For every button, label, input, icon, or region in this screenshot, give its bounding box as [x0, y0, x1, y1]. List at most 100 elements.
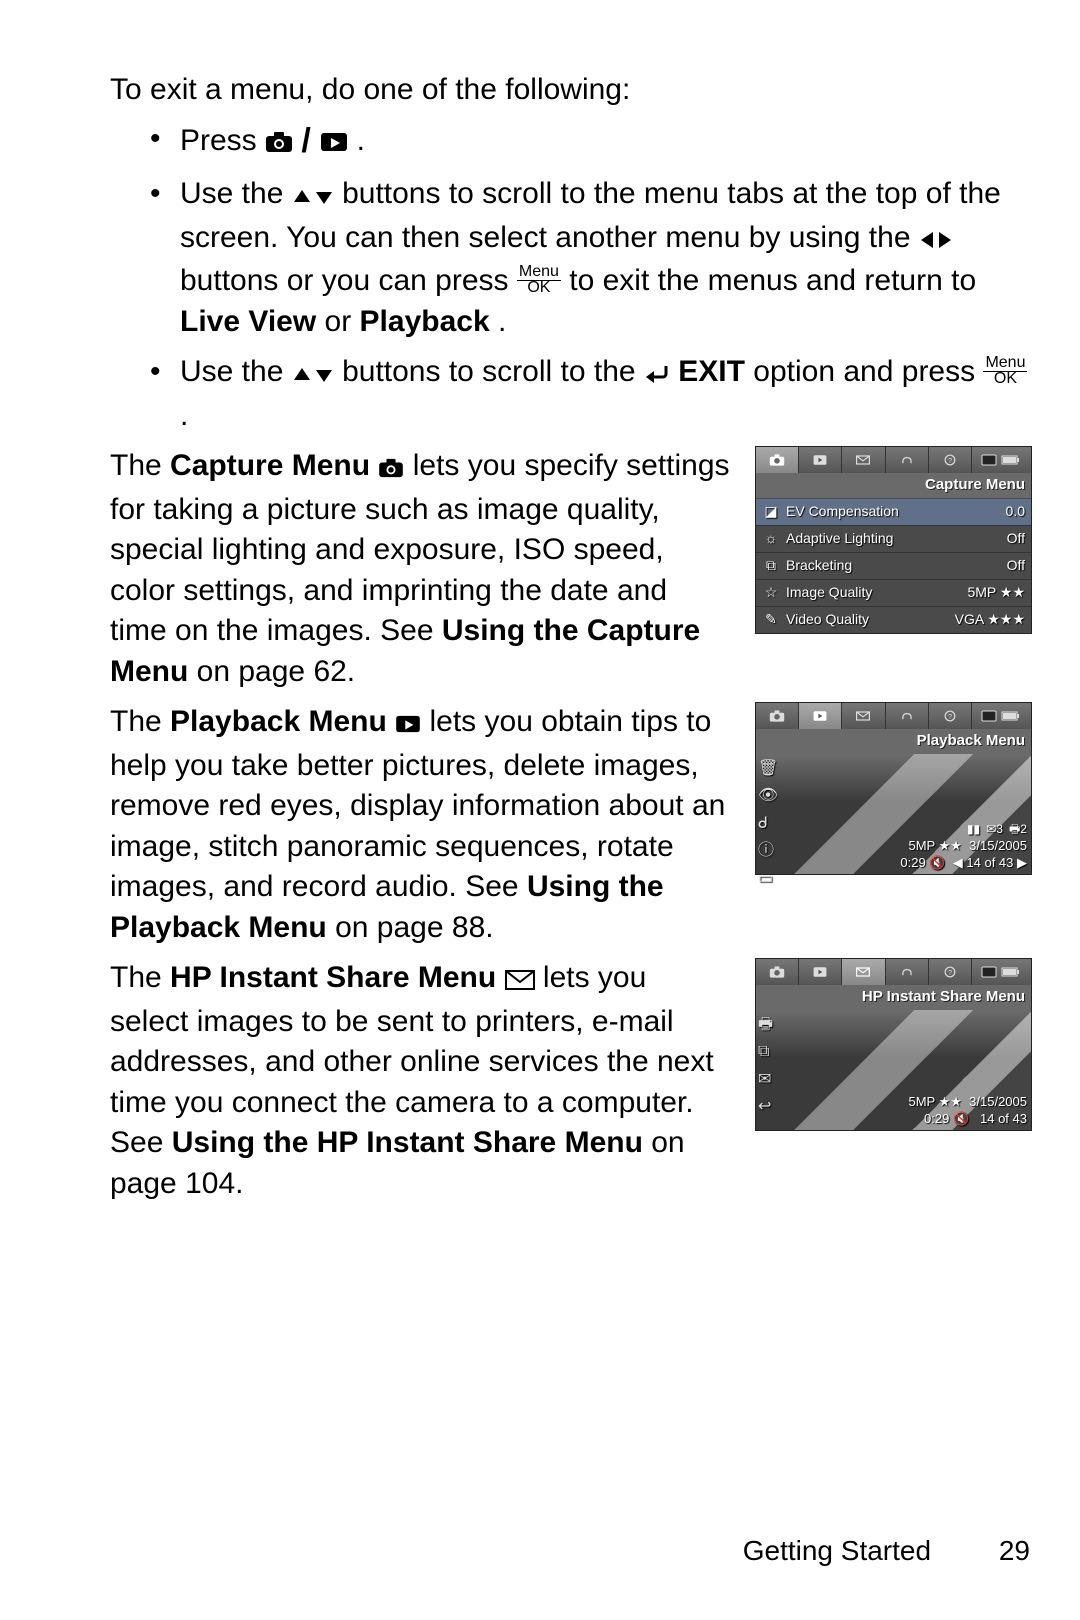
svg-text:?: ?	[948, 457, 952, 466]
text: to exit the menus and return to	[569, 264, 976, 297]
side-icons: 🖶 ⧉ ✉ ↩	[758, 1014, 773, 1118]
tab-capture	[756, 959, 799, 985]
text: Use the	[180, 355, 292, 388]
playback-text: The Playback Menu lets you obtain tips t…	[110, 702, 731, 948]
photo-info: 5MP ★★ 3/15/2005 0:29 🔇 14 of 43	[909, 1094, 1028, 1128]
menu-item: ⧉BracketingOff	[756, 552, 1031, 579]
exit-list: Press / . Use the buttons to scroll to t…	[110, 119, 1030, 437]
date-text: 3/15/2005	[969, 1094, 1027, 1109]
time-text: 0:29	[924, 1111, 949, 1126]
time-text: 0:29	[900, 855, 925, 870]
return-arrow-icon	[644, 355, 670, 396]
info-icon: ⓘ	[758, 840, 778, 862]
menu-title: Capture Menu	[756, 473, 1031, 497]
text: option and press	[753, 355, 983, 388]
tab-bar: ?	[756, 703, 1031, 729]
camera-icon	[378, 449, 404, 490]
quality-text: 5MP ★★	[909, 1094, 962, 1109]
menu-ok-button-icon: MenuOK	[983, 355, 1027, 389]
status-icons	[972, 959, 1031, 985]
share-menu-link: Using the HP Instant Share Menu	[172, 1126, 643, 1159]
capture-section: The Capture Menu lets you specify settin…	[110, 446, 1030, 692]
exit-bullet-1: Press / .	[150, 119, 1030, 165]
advice-icon: ᑯ	[758, 813, 778, 835]
menu-item: ✎Video QualityVGA ★★★	[756, 606, 1031, 633]
up-down-arrows-icon	[292, 177, 334, 218]
trash-icon: 🗑	[758, 758, 778, 780]
share-menu-title: HP Instant Share Menu	[170, 961, 496, 994]
battery-icon	[1001, 454, 1021, 466]
text: buttons or you can press	[180, 264, 517, 297]
text: .	[498, 305, 506, 338]
date-text: 3/15/2005	[969, 838, 1027, 853]
battery-icon	[1001, 966, 1021, 978]
capture-menu-title: Capture Menu	[170, 449, 370, 482]
exit-bold: EXIT	[678, 355, 745, 388]
mountain-image: 🖶 ⧉ ✉ ↩ 5MP ★★ 3/15/2005 0:29 🔇 14 of 43	[756, 1010, 1031, 1130]
playback-screenshot: ? Playback Menu 🗑 👁 ᑯ ⓘ ▭	[755, 702, 1030, 874]
svg-text:?: ?	[948, 969, 952, 978]
text: or	[325, 305, 360, 338]
play-icon	[320, 124, 348, 165]
share-section: The HP Instant Share Menu lets you selec…	[110, 958, 1030, 1204]
menu-items: ◪EV Compensation0.0 ☼Adaptive LightingOf…	[756, 498, 1031, 633]
menu-ok-button-icon: MenuOK	[517, 264, 561, 298]
menu-title: Playback Menu	[756, 729, 1031, 753]
exit-bullet-2: Use the buttons to scroll to the menu ta…	[150, 174, 1030, 342]
slash: /	[301, 122, 320, 160]
live-view-bold: Live View	[180, 305, 316, 338]
tab-help: ?	[929, 703, 972, 729]
tab-setup	[886, 703, 929, 729]
share-text: The HP Instant Share Menu lets you selec…	[110, 958, 731, 1204]
envelope-count: ✉3	[986, 822, 1003, 838]
photo-info: ▮▮ ✉3 🖶2 5MP ★★ 3/15/2005 0:29 🔇 ◀ 14 of…	[900, 822, 1027, 871]
tab-setup	[886, 447, 929, 473]
tab-playback	[799, 447, 842, 473]
text: .	[357, 124, 365, 157]
tab-bar: ?	[756, 447, 1031, 473]
battery-small-icon: ▮▮	[967, 822, 980, 838]
left-right-arrows-icon	[919, 221, 953, 262]
menu-title: HP Instant Share Menu	[756, 985, 1031, 1009]
text: buttons to scroll to the	[342, 355, 644, 388]
page-number: 29	[999, 1535, 1030, 1566]
tab-share	[842, 447, 885, 473]
page: To exit a menu, do one of the following:…	[0, 0, 1080, 1620]
intro-text: To exit a menu, do one of the following:	[110, 70, 1030, 111]
playback-section: The Playback Menu lets you obtain tips t…	[110, 702, 1030, 948]
index-text: 14 of 43	[980, 1111, 1027, 1126]
mute-icon: 🔇	[953, 1111, 969, 1126]
tab-capture	[756, 703, 799, 729]
playback-bold: Playback	[360, 305, 490, 338]
text: .	[180, 399, 188, 432]
battery-icon	[1001, 710, 1021, 722]
side-icons: 🗑 👁 ᑯ ⓘ ▭	[758, 758, 778, 890]
tab-share	[842, 703, 885, 729]
playback-menu-title: Playback Menu	[170, 705, 387, 738]
panorama-icon: ▭	[758, 868, 778, 890]
menu-item: ☼Adaptive LightingOff	[756, 525, 1031, 552]
tab-help: ?	[929, 447, 972, 473]
text: Press	[180, 124, 265, 157]
copies-icon: ⧉	[758, 1041, 773, 1063]
sd-icon	[981, 710, 997, 722]
text: Use the	[180, 177, 292, 210]
camera-icon	[265, 124, 293, 165]
printer-icon: 🖶	[758, 1014, 773, 1036]
print-count: 🖶2	[1009, 822, 1027, 838]
capture-text: The Capture Menu lets you specify settin…	[110, 446, 731, 692]
svg-text:?: ?	[948, 713, 952, 722]
play-icon	[395, 705, 421, 746]
tab-playback	[799, 703, 842, 729]
status-icons	[972, 703, 1031, 729]
exit-bullet-3: Use the buttons to scroll to the EXIT op…	[150, 352, 1030, 436]
tab-share	[842, 959, 885, 985]
share-screenshot: ? HP Instant Share Menu 🖶 ⧉ ✉ ↩	[755, 958, 1030, 1130]
mute-icon: 🔇	[929, 855, 945, 870]
tab-bar: ?	[756, 959, 1031, 985]
envelope-icon	[505, 961, 535, 1002]
sd-icon	[981, 454, 997, 466]
sd-icon	[981, 966, 997, 978]
quality-text: 5MP ★★	[909, 838, 962, 853]
capture-screenshot: ? Capture Menu ◪EV Compensation0.0 ☼Adap…	[755, 446, 1030, 633]
